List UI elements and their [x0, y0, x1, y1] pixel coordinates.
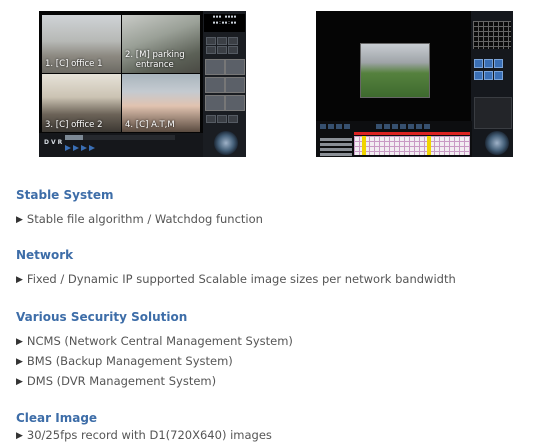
feature-item: ▶ 30/25fps record with D1(720X640) images — [16, 428, 272, 443]
section-title-clear-image: Clear Image — [16, 411, 98, 425]
timeline-button[interactable] — [344, 124, 350, 129]
channel-thumbnail[interactable] — [205, 59, 225, 75]
timeline-button[interactable] — [376, 124, 382, 129]
feature-item: ▶ NCMS (Network Central Management System… — [16, 334, 293, 349]
search-button[interactable] — [494, 71, 503, 80]
layout-button[interactable] — [228, 37, 238, 45]
search-button[interactable] — [474, 71, 483, 80]
search-button[interactable] — [484, 59, 493, 68]
feature-item: ▶ Stable file algorithm / Watchdog functi… — [16, 212, 263, 227]
ptz-button[interactable] — [206, 115, 216, 123]
layout-button[interactable] — [217, 37, 227, 45]
timeline-button[interactable] — [408, 124, 414, 129]
section-title-various-security-solution: Various Security Solution — [16, 310, 188, 324]
feature-text: 30/25fps record with D1(720X640) images — [26, 428, 272, 442]
layout-button[interactable] — [217, 46, 227, 54]
timeline-record-bar — [354, 132, 470, 135]
camera-label: 1. [C] office 1 — [45, 59, 103, 69]
feature-text: BMS (Backup Management System) — [26, 354, 233, 368]
channel-thumbnail[interactable] — [225, 95, 245, 111]
camera-label: 4. [C] A.T,M — [125, 120, 175, 130]
channel-row-label — [320, 143, 352, 146]
bullet-triangle-icon: ▶ — [16, 357, 23, 367]
timeline-grid[interactable] — [354, 136, 470, 155]
feature-text: NCMS (Network Central Management System) — [26, 334, 293, 348]
bullet-triangle-icon: ▶ — [16, 337, 23, 347]
timeline-button[interactable] — [400, 124, 406, 129]
channel-thumbnail[interactable] — [205, 95, 225, 111]
camera-view-atm[interactable]: 4. [C] A.T,M — [122, 74, 200, 132]
channel-thumbnail[interactable] — [225, 77, 245, 93]
camera-view-parking-entrance[interactable]: 2. [M] parking entrance — [122, 15, 200, 73]
ptz-button[interactable] — [228, 115, 238, 123]
preview-box — [474, 97, 512, 129]
calendar-grid[interactable] — [473, 21, 511, 49]
camera-label: 2. [M] parking entrance — [125, 50, 185, 70]
tab-active[interactable] — [65, 135, 83, 140]
search-button[interactable] — [474, 59, 483, 68]
ptz-button[interactable] — [217, 115, 227, 123]
timeline-button[interactable] — [384, 124, 390, 129]
feature-text: Fixed / Dynamic IP supported Scalable im… — [26, 272, 456, 286]
layout-button[interactable] — [228, 46, 238, 54]
timeline-button[interactable] — [424, 124, 430, 129]
feature-item: ▶ DMS (DVR Management System) — [16, 374, 216, 389]
timeline-button[interactable] — [392, 124, 398, 129]
dvr-logo: DVR — [44, 139, 65, 146]
bullet-triangle-icon: ▶ — [16, 275, 23, 285]
jog-dial-icon[interactable] — [214, 131, 238, 155]
bullet-triangle-icon: ▶ — [16, 431, 23, 441]
bullet-triangle-icon: ▶ — [16, 377, 23, 387]
timeline-button[interactable] — [336, 124, 342, 129]
feature-text: DMS (DVR Management System) — [26, 374, 217, 388]
channel-thumbnail[interactable] — [205, 77, 225, 93]
camera-view-office-1[interactable]: 1. [C] office 1 — [42, 15, 121, 73]
timeline-event-marker — [362, 136, 366, 155]
channel-row-label — [320, 153, 352, 156]
timeline-event-marker — [427, 136, 431, 155]
channel-thumbnail[interactable] — [225, 59, 245, 75]
bullet-triangle-icon: ▶ — [16, 215, 23, 225]
camera-view-office-2[interactable]: 3. [C] office 2 — [42, 74, 121, 132]
timeline-button[interactable] — [328, 124, 334, 129]
channel-row-label — [320, 138, 352, 141]
layout-button[interactable] — [206, 37, 216, 45]
search-button[interactable] — [494, 59, 503, 68]
camera-label: 3. [C] office 2 — [45, 120, 103, 130]
timeline-button[interactable] — [320, 124, 326, 129]
channel-row-label — [320, 148, 352, 151]
search-button[interactable] — [484, 71, 493, 80]
section-title-stable-system: Stable System — [16, 188, 114, 202]
dvr-playback-screenshot — [316, 11, 513, 157]
dvr-multiview-screenshot: 1. [C] office 1 2. [M] parking entrance … — [39, 11, 246, 157]
feature-item: ▶ BMS (Backup Management System) — [16, 354, 233, 369]
playback-video[interactable] — [360, 43, 430, 98]
jog-dial-icon[interactable] — [485, 131, 509, 155]
section-title-network: Network — [16, 248, 74, 262]
layout-button[interactable] — [206, 46, 216, 54]
clock-display: ▪▪▪ ▪▪▪▪ ▪▪:▪▪:▪▪ — [204, 14, 245, 32]
feature-text: Stable file algorithm / Watchdog functio… — [26, 212, 263, 226]
timeline-button[interactable] — [416, 124, 422, 129]
feature-item: ▶ Fixed / Dynamic IP supported Scalable i… — [16, 272, 456, 287]
